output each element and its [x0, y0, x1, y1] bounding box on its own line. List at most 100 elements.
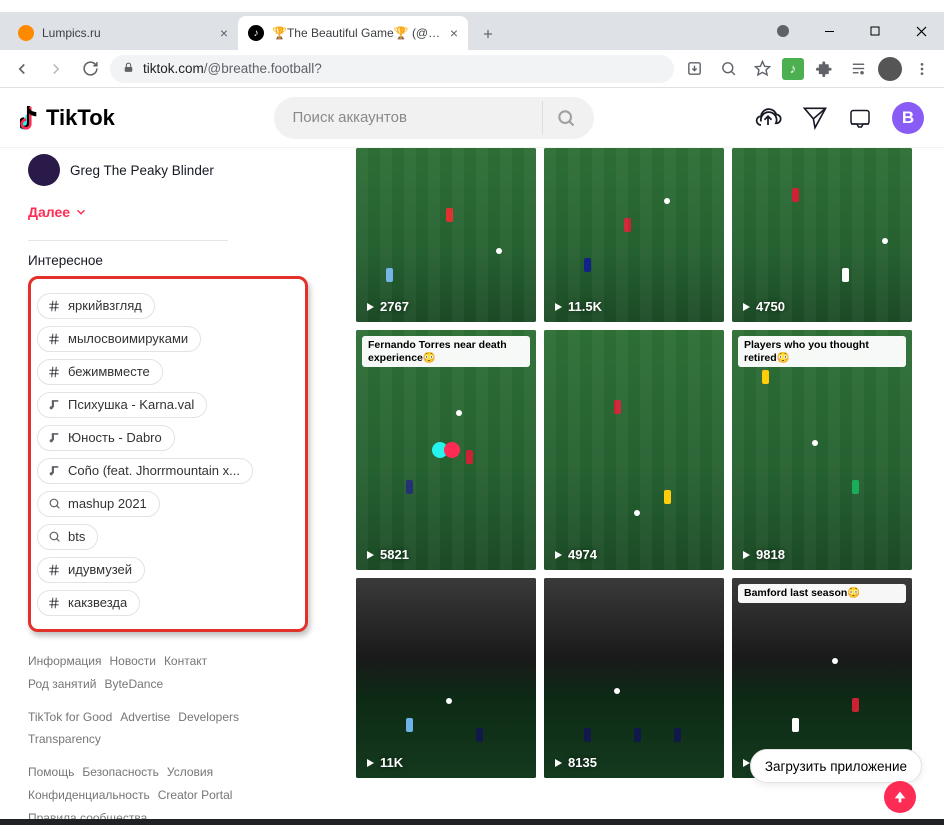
- extension-icon[interactable]: [844, 55, 872, 83]
- account-name: Greg The Peaky Blinder: [70, 163, 214, 178]
- music-icon: [46, 431, 62, 444]
- thumbnail-image: [544, 148, 724, 322]
- video-thumbnail[interactable]: Bamford last season😳 7181: [732, 578, 912, 778]
- footer-link[interactable]: Creator Portal: [158, 788, 233, 802]
- footer-link[interactable]: Transparency: [28, 732, 101, 746]
- zoom-icon[interactable]: [714, 55, 742, 83]
- video-thumbnail[interactable]: 4750: [732, 148, 912, 322]
- footer-link[interactable]: Новости: [109, 654, 155, 668]
- discover-title: Интересное: [28, 253, 340, 276]
- inbox-button[interactable]: [848, 106, 872, 130]
- footer-link[interactable]: Помощь: [28, 765, 74, 779]
- footer-link[interactable]: ByteDance: [104, 677, 163, 691]
- video-thumbnail[interactable]: 8135: [544, 578, 724, 778]
- scroll-top-button[interactable]: [884, 781, 916, 813]
- back-button[interactable]: [8, 55, 36, 83]
- footer-link[interactable]: Контакт: [164, 654, 207, 668]
- video-caption: Players who you thought retired😳: [738, 336, 906, 367]
- maximize-button[interactable]: [852, 16, 898, 46]
- view-count: 4974: [552, 547, 597, 562]
- browser-tab[interactable]: Lumpics.ru ×: [8, 16, 238, 50]
- divider: [28, 240, 228, 241]
- search-button[interactable]: [542, 101, 588, 135]
- forward-button[interactable]: [42, 55, 70, 83]
- view-count: 8135: [552, 755, 597, 770]
- url-path: /@breathe.football?: [204, 61, 322, 76]
- close-window-button[interactable]: [898, 16, 944, 46]
- footer-link[interactable]: Developers: [178, 710, 239, 724]
- see-more-link[interactable]: Далее: [28, 192, 340, 236]
- discover-chip[interactable]: идувмузей: [37, 557, 145, 583]
- video-grid: 2767 11.5K 4750 Fernando Torres near dea…: [356, 148, 934, 778]
- sidebar: Greg The Peaky Blinder Далее Интересное …: [0, 148, 356, 819]
- search-icon: [46, 530, 62, 543]
- chip-label: Юность - Dabro: [68, 430, 162, 445]
- bookmark-icon[interactable]: [748, 55, 776, 83]
- close-icon[interactable]: ×: [450, 25, 458, 41]
- extension-music-icon[interactable]: ♪: [782, 58, 804, 80]
- minimize-button[interactable]: [806, 16, 852, 46]
- thumbnail-image: [544, 330, 724, 570]
- discover-chip[interactable]: какзвезда: [37, 590, 140, 616]
- upload-button[interactable]: [754, 104, 782, 132]
- footer-link[interactable]: Информация: [28, 654, 101, 668]
- discover-chip[interactable]: Юность - Dabro: [37, 425, 175, 451]
- chevron-down-icon: [74, 205, 88, 219]
- address-bar[interactable]: tiktok.com/@breathe.football?: [110, 55, 674, 83]
- menu-icon[interactable]: [908, 55, 936, 83]
- chip-label: Coño (feat. Jhorrmountain x...: [68, 463, 240, 478]
- video-thumbnail[interactable]: Players who you thought retired😳 9818: [732, 330, 912, 570]
- reload-button[interactable]: [76, 55, 104, 83]
- discover-chip[interactable]: mashup 2021: [37, 491, 160, 517]
- lock-icon: [122, 61, 135, 77]
- footer-link[interactable]: TikTok for Good: [28, 710, 112, 724]
- profile-avatar[interactable]: [878, 57, 902, 81]
- view-count: 4750: [740, 299, 785, 314]
- footer-link[interactable]: Условия: [167, 765, 213, 779]
- view-count: 2767: [364, 299, 409, 314]
- browser-tab[interactable]: ♪ 🏆The Beautiful Game🏆 (@brea ×: [238, 16, 468, 50]
- incognito-icon: [760, 16, 806, 46]
- discover-chip[interactable]: яркийвзгляд: [37, 293, 155, 319]
- search-input[interactable]: [292, 109, 542, 126]
- view-count: 9818: [740, 547, 785, 562]
- search-bar: [274, 97, 594, 139]
- install-icon[interactable]: [680, 55, 708, 83]
- view-count: 11K: [364, 755, 403, 770]
- footer-link[interactable]: Конфиденциальность: [28, 788, 150, 802]
- new-tab-button[interactable]: [474, 20, 502, 48]
- discover-section: яркийвзгляд мылосвоимируками бежимвместе Пс…: [28, 276, 308, 632]
- discover-chip[interactable]: Психушка - Karna.val: [37, 392, 207, 418]
- see-more-label: Далее: [28, 204, 70, 220]
- download-app-label: Загрузить приложение: [765, 759, 907, 774]
- view-count: 11.5K: [552, 299, 602, 314]
- search-icon: [46, 497, 62, 510]
- chip-label: мылосвоимируками: [68, 331, 188, 346]
- music-icon: [46, 464, 62, 477]
- discover-chip[interactable]: Coño (feat. Jhorrmountain x...: [37, 458, 253, 484]
- avatar-letter: В: [902, 108, 914, 128]
- tiktok-logo[interactable]: TikTok: [20, 104, 115, 132]
- footer-link[interactable]: Правила сообщества: [28, 811, 147, 819]
- footer-link[interactable]: Род занятий: [28, 677, 96, 691]
- discover-chip[interactable]: мылосвоимируками: [37, 326, 201, 352]
- user-avatar[interactable]: В: [892, 102, 924, 134]
- close-icon[interactable]: ×: [220, 25, 228, 41]
- extensions-icon[interactable]: [810, 55, 838, 83]
- footer-link[interactable]: Advertise: [120, 710, 170, 724]
- video-thumbnail[interactable]: 11K: [356, 578, 536, 778]
- suggested-account[interactable]: Greg The Peaky Blinder: [28, 148, 340, 192]
- discover-chip[interactable]: бежимвместе: [37, 359, 163, 385]
- footer-link[interactable]: Безопасность: [82, 765, 159, 779]
- download-app-button[interactable]: Загрузить приложение: [750, 749, 922, 783]
- browser-toolbar: tiktok.com/@breathe.football? ♪: [0, 50, 944, 88]
- chip-label: бежимвместе: [68, 364, 150, 379]
- chip-label: bts: [68, 529, 85, 544]
- video-thumbnail[interactable]: 11.5K: [544, 148, 724, 322]
- messages-button[interactable]: [802, 105, 828, 131]
- video-thumbnail[interactable]: Fernando Torres near death experience😳 5…: [356, 330, 536, 570]
- hash-icon: [46, 365, 62, 379]
- discover-chip[interactable]: bts: [37, 524, 98, 550]
- video-thumbnail[interactable]: 4974: [544, 330, 724, 570]
- video-thumbnail[interactable]: 2767: [356, 148, 536, 322]
